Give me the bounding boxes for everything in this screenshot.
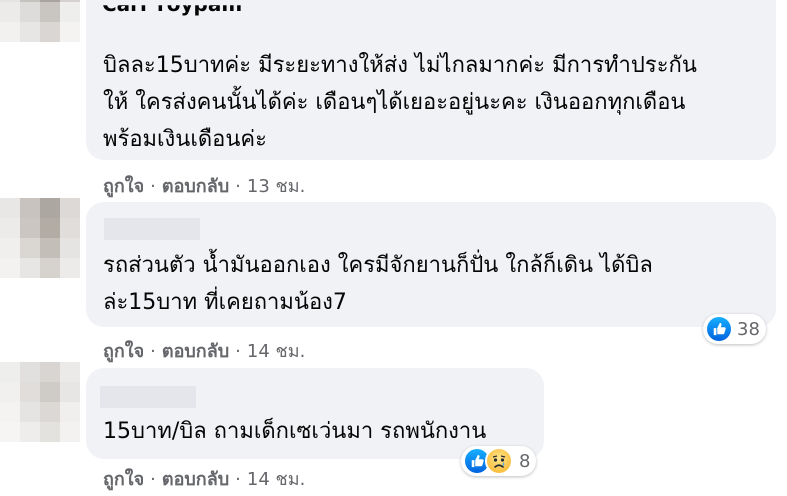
comment-text-line: ล่ะ15บาท ที่เคยถามน้อง7 [103, 290, 347, 315]
commenter-name-blurred[interactable] [104, 218, 200, 240]
comment-text-line: บิลละ15บาทค่ะ มีระยะทางให้ส่ง ไม่ไกลมากค… [103, 53, 697, 78]
reactions-badge[interactable]: 38 [703, 314, 766, 344]
reaction-count: 8 [519, 450, 531, 472]
commenter-name-blurred[interactable] [100, 386, 196, 408]
comment-text-line: รถส่วนตัว น้ำมันออกเอง ใครมีจักยานก็ปั่น… [103, 253, 653, 278]
comment-text-line: 15บาท/บิล ถามเด็กเซเว่นมา รถพนักงาน [103, 419, 487, 444]
separator: · [235, 341, 241, 362]
reply-button[interactable]: ตอบกลับ [162, 341, 229, 362]
timestamp[interactable]: 14 ชม. [247, 341, 305, 362]
like-button[interactable]: ถูกใจ [103, 176, 144, 197]
like-icon [707, 317, 731, 341]
reaction-count: 38 [737, 318, 760, 340]
separator: · [235, 469, 241, 490]
separator: · [235, 176, 241, 197]
avatar[interactable] [0, 0, 80, 42]
comment-actions: ถูกใจ · ตอบกลับ · 14 ชม. [103, 336, 305, 365]
like-button[interactable]: ถูกใจ [103, 469, 144, 490]
comment-text-line: พร้อมเงินเดือนค่ะ [103, 127, 267, 152]
avatar[interactable] [0, 362, 80, 442]
comment-actions: ถูกใจ · ตอบกลับ · 14 ชม. [103, 464, 305, 493]
comment-text-line: ให้ ใครส่งคนนั้นได้ค่ะ เดือนๆได้เยอะอยู่… [103, 90, 686, 115]
avatar[interactable] [0, 198, 80, 278]
reactions-badge[interactable]: 8 [461, 446, 537, 476]
reply-button[interactable]: ตอบกลับ [162, 176, 229, 197]
separator: · [150, 469, 156, 490]
timestamp[interactable]: 14 ชม. [247, 469, 305, 490]
separator: · [150, 341, 156, 362]
reply-button[interactable]: ตอบกลับ [162, 469, 229, 490]
timestamp[interactable]: 13 ชม. [247, 176, 305, 197]
like-button[interactable]: ถูกใจ [103, 341, 144, 362]
separator: · [150, 176, 156, 197]
comment-actions: ถูกใจ · ตอบกลับ · 13 ชม. [103, 171, 305, 200]
sad-icon [485, 447, 513, 475]
